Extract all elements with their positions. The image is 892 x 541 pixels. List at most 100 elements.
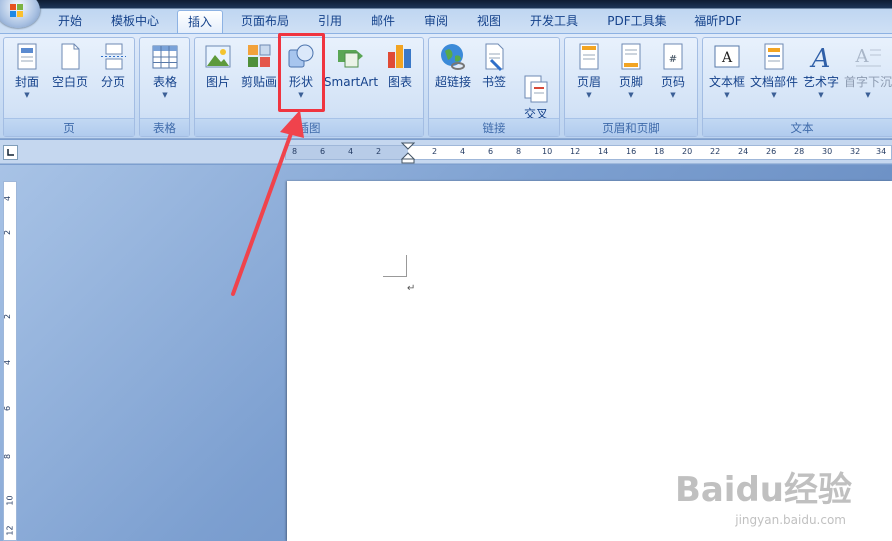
text-box-button[interactable]: A 文本框 ▼	[706, 42, 748, 100]
tab-stop-selector[interactable]	[3, 145, 18, 160]
ruler-label: 16	[626, 147, 637, 156]
margin-corner-mark	[383, 255, 407, 277]
ruler-label: 28	[794, 147, 805, 156]
table-button[interactable]: 表格 ▼	[146, 42, 184, 100]
shapes-highlight-box	[278, 33, 325, 112]
page-break-button[interactable]: 分页	[96, 42, 130, 90]
chevron-down-icon: ▼	[771, 91, 777, 99]
svg-text:A: A	[855, 46, 870, 67]
footer-label: 页脚	[618, 75, 643, 89]
page-number-button[interactable]: # 页码 ▼	[655, 42, 691, 100]
chevron-down-icon: ▼	[586, 91, 592, 99]
left-tab-icon	[7, 149, 14, 156]
ruler-label: 10	[542, 147, 553, 156]
tab-review[interactable]: 审阅	[417, 10, 455, 33]
horizontal-ruler[interactable]: 8 6 4 2 2 4 6 8 10 12 14 16 18 20 22 24 …	[285, 142, 892, 164]
tab-page-layout[interactable]: 页面布局	[234, 10, 296, 33]
clip-art-label: 剪贴画	[240, 75, 277, 89]
chevron-down-icon: ▼	[670, 91, 676, 99]
ruler-label: 6	[488, 147, 494, 156]
cover-page-button[interactable]: 封面 ▼	[10, 42, 44, 100]
vertical-ruler[interactable]: 4 2 2 4 6 8 10 12	[3, 181, 17, 541]
tab-references[interactable]: 引用	[311, 10, 349, 33]
group-header-footer: 页眉 ▼ 页脚 ▼ # 页码 ▼ 页眉和页脚	[564, 37, 698, 137]
tab-home[interactable]: 开始	[52, 10, 88, 33]
drop-cap-label: 首字下沉	[843, 75, 892, 89]
wordart-label: 艺术字	[802, 75, 839, 89]
cover-page-icon	[12, 42, 42, 72]
indent-marker-icon[interactable]	[401, 142, 415, 164]
header-label: 页眉	[576, 75, 601, 89]
group-table: 表格 ▼ 表格	[139, 37, 190, 137]
header-icon	[574, 42, 604, 72]
cover-page-label: 封面	[14, 75, 39, 89]
tab-template-center[interactable]: 模板中心	[103, 10, 167, 33]
ruler-label: 2	[3, 229, 13, 236]
ruler-label: 30	[822, 147, 833, 156]
bookmark-button[interactable]: 书签	[477, 42, 511, 90]
smartart-icon	[336, 42, 366, 72]
ruler-label: 4	[348, 147, 354, 156]
ribbon-tab-strip: 开始 模板中心 插入 页面布局 引用 邮件 审阅 视图 开发工具 PDF工具集 …	[0, 0, 892, 33]
chevron-down-icon: ▼	[818, 91, 824, 99]
svg-text:A: A	[721, 50, 733, 66]
group-links: 超链接 书签 交叉 引用 链接	[428, 37, 560, 137]
picture-button[interactable]: 图片	[201, 42, 235, 90]
chart-button[interactable]: 图表	[383, 42, 417, 90]
group-page-label: 页	[4, 118, 134, 136]
picture-icon	[203, 42, 233, 72]
document-page[interactable]: ↵ Baidu经验 jingyan.baidu.com	[287, 181, 892, 541]
page-number-icon: #	[658, 42, 688, 72]
quick-parts-button[interactable]: 文档部件 ▼	[749, 42, 799, 100]
svg-text:A: A	[810, 44, 831, 72]
blank-page-button[interactable]: 空白页	[50, 42, 90, 90]
quick-parts-icon	[759, 42, 789, 72]
header-button[interactable]: 页眉 ▼	[571, 42, 607, 100]
chevron-down-icon: ▼	[865, 91, 871, 99]
text-box-label: 文本框	[708, 75, 745, 89]
baidu-watermark-logo: Baidu经验	[674, 470, 852, 510]
paragraph-mark: ↵	[407, 283, 416, 294]
smartart-button[interactable]: SmartArt	[323, 42, 379, 90]
ruler-label: 24	[738, 147, 749, 156]
page-break-label: 分页	[100, 75, 125, 89]
page-break-icon	[98, 42, 128, 72]
tab-foxit-pdf[interactable]: 福昕PDF	[688, 10, 748, 33]
baidu-watermark-url: jingyan.baidu.com	[735, 513, 846, 527]
ruler-label: 8	[292, 147, 298, 156]
ruler-label: 4	[460, 147, 466, 156]
chevron-down-icon: ▼	[724, 91, 730, 99]
tab-developer[interactable]: 开发工具	[522, 10, 586, 33]
chevron-down-icon: ▼	[162, 91, 168, 99]
svg-text:#: #	[669, 54, 677, 65]
page-number-label: 页码	[660, 75, 685, 89]
footer-icon	[616, 42, 646, 72]
group-table-label: 表格	[140, 118, 189, 136]
text-box-icon: A	[712, 42, 742, 72]
ruler-label: 2	[3, 313, 13, 320]
clip-art-button[interactable]: 剪贴画	[239, 42, 279, 90]
globe-link-icon	[438, 42, 468, 72]
blank-page-label: 空白页	[51, 75, 88, 89]
office-logo-icon	[10, 4, 16, 10]
ruler-label: 12	[5, 525, 15, 536]
ruler-label: 20	[682, 147, 693, 156]
footer-button[interactable]: 页脚 ▼	[613, 42, 649, 100]
tab-view[interactable]: 视图	[470, 10, 508, 33]
bookmark-label: 书签	[481, 75, 506, 89]
ruler-label: 6	[320, 147, 326, 156]
hyperlink-button[interactable]: 超链接	[432, 42, 474, 90]
tab-pdf-tools[interactable]: PDF工具集	[601, 10, 673, 33]
chart-icon	[385, 42, 415, 72]
quick-parts-label: 文档部件	[749, 75, 798, 89]
wordart-button[interactable]: A 艺术字 ▼	[801, 42, 841, 100]
ribbon: 封面 ▼ 空白页 分页 页 表格 ▼ 表格 图片 剪贴画 形状 ▼ SmartA…	[0, 33, 892, 139]
ruler-label: 32	[850, 147, 861, 156]
drop-cap-button[interactable]: A 首字下沉 ▼	[843, 42, 892, 100]
ruler-label: 22	[710, 147, 721, 156]
picture-label: 图片	[205, 75, 230, 89]
tab-insert[interactable]: 插入	[177, 10, 223, 33]
office-button[interactable]	[0, 0, 40, 28]
tab-mailings[interactable]: 邮件	[364, 10, 402, 33]
wordart-icon: A	[806, 42, 836, 74]
